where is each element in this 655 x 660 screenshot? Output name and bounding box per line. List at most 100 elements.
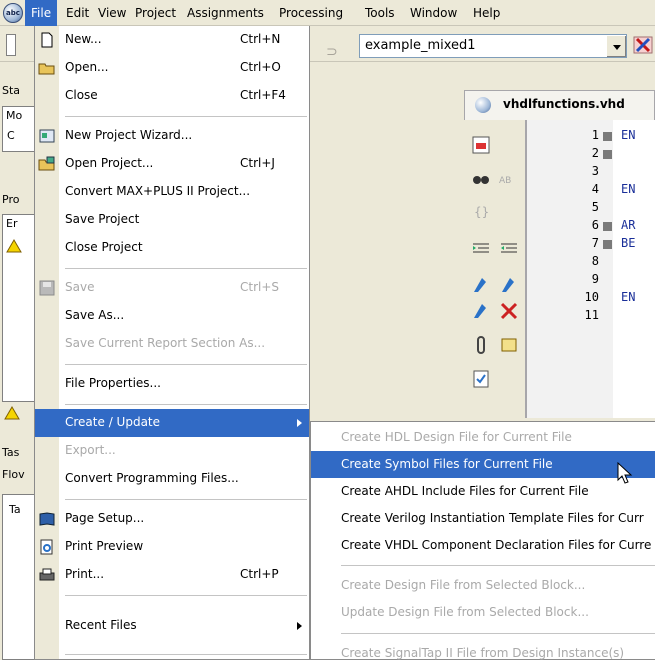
line-number: 1: [591, 128, 599, 142]
stop-compile-icon[interactable]: [632, 34, 654, 56]
editor-tab[interactable]: vhdlfunctions.vhd: [464, 90, 655, 120]
navigator-column-header: Er: [6, 217, 18, 230]
chevron-down-icon[interactable]: [606, 35, 626, 57]
menu-bar: abc File Edit View Project Assignments P…: [0, 0, 655, 26]
menu-item-save-report-section: Save Current Report Section As...: [65, 336, 266, 350]
menu-item-close-project[interactable]: Close Project: [35, 234, 309, 262]
fold-marker-icon[interactable]: [603, 222, 612, 231]
line-number: 5: [591, 200, 599, 214]
submenu-arrow-icon: [297, 419, 302, 427]
fold-marker-icon[interactable]: [603, 132, 612, 141]
clear-bookmark-icon[interactable]: [498, 300, 520, 322]
line-number: 3: [591, 164, 599, 178]
submenu-create-symbol-files[interactable]: Create Symbol Files for Current File: [311, 451, 655, 478]
editor-toolbar: AB {}: [464, 120, 526, 418]
menu-project[interactable]: Project: [129, 0, 182, 26]
menu-item-recent-files[interactable]: Recent Files: [35, 612, 309, 640]
menu-assignments[interactable]: Assignments: [181, 0, 270, 26]
menu-item-save-project[interactable]: Save Project: [35, 206, 309, 234]
menu-separator: [65, 364, 307, 365]
tasks-column-header: Ta: [9, 503, 21, 516]
submenu-create-hdl-design-file: Create HDL Design File for Current File: [341, 430, 572, 444]
redo-icon[interactable]: ⊃: [326, 44, 338, 60]
menu-separator: [341, 633, 655, 634]
code-editor[interactable]: 1 EN 2 3 4 EN 5 6 AR 7 BE 8 9 10 EN 11: [526, 120, 655, 418]
scroll-icon[interactable]: [498, 334, 520, 356]
menu-file[interactable]: File: [25, 0, 58, 26]
open-project-icon: [38, 156, 55, 171]
menu-tools[interactable]: Tools: [359, 0, 401, 26]
flow-label: Flov: [2, 468, 25, 481]
code-line: AR: [621, 218, 636, 232]
unindent-icon[interactable]: [498, 238, 520, 260]
menu-separator: [65, 404, 307, 405]
menu-item-create-update[interactable]: Create / Update: [35, 409, 309, 437]
line-number: 10: [584, 290, 599, 304]
svg-text:{}: {}: [474, 205, 489, 219]
menu-help[interactable]: Help: [467, 0, 506, 26]
code-line: EN: [621, 182, 636, 196]
project-combo[interactable]: example_mixed1: [359, 34, 627, 58]
menu-item-file-properties[interactable]: File Properties...: [35, 370, 309, 398]
project-navigator: Er: [2, 214, 35, 402]
menu-separator: [341, 565, 655, 566]
line-number: 9: [591, 272, 599, 286]
line-number: 2: [591, 146, 599, 160]
submenu-create-verilog-template[interactable]: Create Verilog Instantiation Template Fi…: [311, 505, 655, 532]
save-disk-icon: [39, 280, 55, 296]
new-file-icon[interactable]: [6, 34, 16, 56]
menu-separator: [65, 595, 307, 596]
tasks-window: Ta: [2, 494, 35, 660]
insert-template-icon: {}: [474, 205, 489, 219]
submenu-create-signaltap-file: Create SignalTap II File from Design Ins…: [341, 646, 625, 660]
menu-view[interactable]: View: [92, 0, 132, 26]
menu-item-open[interactable]: Open... Ctrl+O: [35, 54, 309, 82]
menu-item-close[interactable]: Close Ctrl+F4: [35, 82, 309, 110]
check-syntax-icon[interactable]: [470, 368, 492, 390]
status-cell: C: [7, 129, 15, 142]
menu-separator: [65, 116, 307, 117]
menu-separator: [65, 654, 307, 655]
warning-icon: [4, 406, 20, 420]
menu-separator: [65, 499, 307, 500]
fold-marker-icon[interactable]: [603, 240, 612, 249]
comment-icon[interactable]: [470, 274, 492, 296]
replace-icon: AB: [499, 176, 511, 186]
menu-item-open-project[interactable]: Open Project... Ctrl+J: [35, 150, 309, 178]
menu-processing[interactable]: Processing: [273, 0, 349, 26]
find-icon[interactable]: [470, 168, 492, 190]
menu-item-export: Export...: [65, 443, 116, 457]
submenu-arrow-icon: [297, 622, 302, 630]
menu-item-new[interactable]: New... Ctrl+N: [35, 26, 309, 54]
menu-item-save-as[interactable]: Save As...: [35, 302, 309, 330]
editor-tab-title: vhdlfunctions.vhd: [503, 97, 625, 111]
line-number: 6: [591, 218, 599, 232]
menu-item-print-preview[interactable]: Print Preview: [35, 533, 309, 561]
bookmark-icon[interactable]: [470, 300, 492, 322]
paperclip-icon[interactable]: [470, 334, 492, 356]
menu-item-convert-maxplus[interactable]: Convert MAX+PLUS II Project...: [35, 178, 309, 206]
menu-item-convert-programming-files[interactable]: Convert Programming Files...: [35, 465, 309, 493]
vhdl-file-icon: [475, 97, 491, 113]
menu-item-new-project-wizard[interactable]: New Project Wizard...: [35, 122, 309, 150]
menu-edit[interactable]: Edit: [60, 0, 95, 26]
menu-item-page-setup[interactable]: Page Setup...: [35, 505, 309, 533]
code-line: EN: [621, 128, 636, 142]
app-icon[interactable]: abc: [3, 3, 23, 23]
menu-item-save: Save Ctrl+S: [35, 274, 309, 302]
tasks-window-title: Tas: [2, 446, 20, 459]
submenu-create-vhdl-component[interactable]: Create VHDL Component Declaration Files …: [311, 532, 655, 559]
submenu-create-ahdl-include-files[interactable]: Create AHDL Include Files for Current Fi…: [311, 478, 655, 505]
line-number: 4: [591, 182, 599, 196]
status-window: Mo C: [2, 106, 35, 152]
line-number: 8: [591, 254, 599, 268]
line-number: 7: [591, 236, 599, 250]
file-menu: New... Ctrl+N Open... Ctrl+O Close Ctrl+…: [34, 26, 310, 660]
indent-icon[interactable]: [470, 238, 492, 260]
insert-file-icon[interactable]: [470, 134, 492, 156]
menu-window[interactable]: Window: [404, 0, 463, 26]
line-number: 11: [584, 308, 599, 322]
fold-marker-icon[interactable]: [603, 150, 612, 159]
uncomment-icon[interactable]: [498, 274, 520, 296]
menu-item-print[interactable]: Print... Ctrl+P: [35, 561, 309, 589]
